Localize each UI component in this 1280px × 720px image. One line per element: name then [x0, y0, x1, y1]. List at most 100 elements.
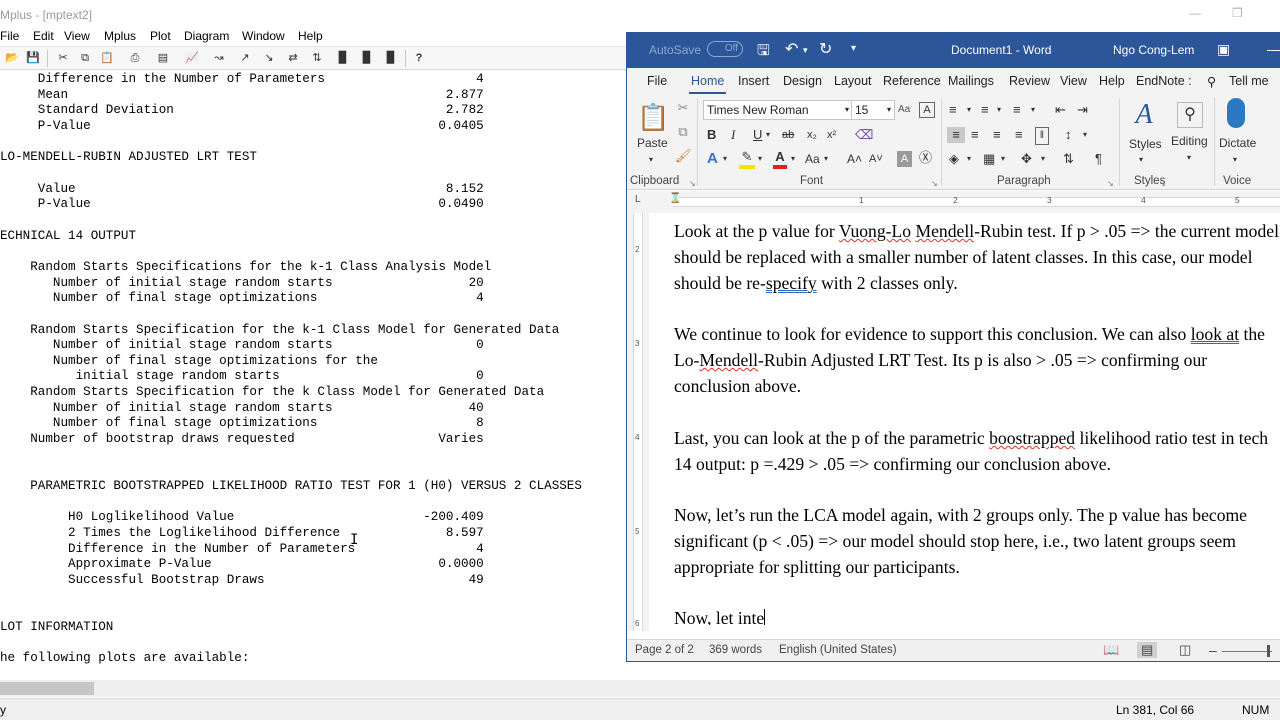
tab-references[interactable]: Reference — [883, 74, 941, 88]
horizontal-scrollbar[interactable] — [0, 680, 1280, 697]
copy-icon[interactable]: ⧉ — [76, 50, 94, 67]
chevron-down-icon[interactable]: ▾ — [1001, 151, 1005, 167]
customize-toolbar-icon[interactable]: ▾ — [851, 43, 856, 54]
paragraph-1[interactable]: Look at the p value for Vuong-Lo Mendell… — [674, 218, 1280, 296]
menu-mplus[interactable]: Mplus — [104, 29, 136, 43]
styles-button[interactable]: Styles — [1129, 137, 1162, 151]
menu-window[interactable]: Window — [242, 29, 285, 43]
print-layout-icon[interactable]: ▤ — [1137, 642, 1158, 658]
bar-chart-1-icon[interactable]: ▉ — [334, 50, 352, 67]
restore-icon[interactable]: ❐ — [1232, 6, 1243, 20]
mplus-output-text[interactable]: Difference in the Number of Parameters 4… — [0, 72, 626, 680]
run-icon[interactable]: ▤ — [154, 50, 172, 67]
paste-icon[interactable]: 📋 — [637, 102, 669, 132]
save-icon[interactable]: 🖫 — [757, 40, 770, 65]
styles-launcher-icon[interactable]: ↘ — [1159, 176, 1166, 192]
redo-icon[interactable]: ↻ — [819, 39, 832, 59]
tab-layout[interactable]: Layout — [834, 74, 872, 88]
zoom-out-icon[interactable]: – — [1209, 642, 1217, 658]
tab-home[interactable]: Home — [691, 74, 724, 88]
language-indicator[interactable]: English (United States) — [779, 644, 897, 656]
paragraph-4[interactable]: Now, let’s run the LCA model again, with… — [674, 502, 1280, 580]
copy-icon[interactable]: ⧉ — [675, 124, 691, 140]
underline-icon[interactable]: U — [753, 127, 762, 143]
chevron-down-icon[interactable]: ▾ — [791, 151, 795, 167]
horizontal-ruler[interactable]: L ⌛ 1 2 3 4 5 — [627, 191, 1280, 213]
chevron-down-icon[interactable]: ▾ — [1187, 150, 1191, 166]
chevron-down-icon[interactable]: ▾ — [997, 102, 1001, 118]
grammar-error[interactable]: specify — [766, 273, 817, 293]
diagram-tool-4-icon[interactable]: ⇄ — [284, 50, 302, 67]
ribbon-display-icon[interactable]: ▣ — [1217, 41, 1230, 58]
paste-button[interactable]: Paste — [637, 136, 668, 150]
change-case-icon[interactable]: Aa — [898, 102, 910, 118]
read-mode-icon[interactable]: 📖 — [1103, 642, 1119, 658]
plot-icon[interactable]: 📈 — [183, 50, 201, 67]
grammar-error[interactable]: look at — [1191, 324, 1239, 344]
chevron-down-icon[interactable]: ▾ — [1041, 151, 1045, 167]
paragraph-launcher-icon[interactable]: ↘ — [1107, 176, 1114, 192]
page-count[interactable]: Page 2 of 2 — [635, 644, 694, 656]
line-spacing-icon[interactable]: ↕ — [1065, 127, 1072, 143]
microphone-icon[interactable] — [1227, 98, 1245, 128]
font-name-combo[interactable]: Times New Roman ▾ — [703, 100, 853, 120]
decrease-indent-icon[interactable]: ⇤ — [1055, 102, 1066, 118]
chevron-down-icon[interactable]: ▾ — [824, 151, 828, 167]
zoom-slider[interactable] — [1222, 651, 1272, 652]
tab-selector[interactable]: L — [635, 194, 641, 205]
shrink-font-icon[interactable]: A˅ — [869, 151, 883, 167]
tab-view[interactable]: View — [1060, 74, 1087, 88]
bold-icon[interactable]: B — [707, 127, 716, 143]
bar-chart-2-icon[interactable]: ▉ — [358, 50, 376, 67]
chevron-down-icon[interactable]: ▾ — [1083, 127, 1087, 143]
tab-review[interactable]: Review — [1009, 74, 1050, 88]
word-count[interactable]: 369 words — [709, 644, 762, 656]
search-icon[interactable]: ⚲ — [1207, 74, 1216, 89]
menu-help[interactable]: Help — [298, 29, 323, 43]
chevron-down-icon[interactable]: ▾ — [967, 151, 971, 167]
chevron-down-icon[interactable]: ▾ — [967, 102, 971, 118]
undo-dropdown-icon[interactable]: ▾ — [803, 45, 808, 56]
scrollbar-thumb[interactable] — [0, 682, 94, 695]
paragraph-3[interactable]: Last, you can look at the p of the param… — [674, 425, 1280, 477]
document-body[interactable]: Look at the p value for Vuong-Lo Mendell… — [649, 213, 1280, 625]
tab-mailings[interactable]: Mailings — [948, 74, 994, 88]
zoom-slider-knob[interactable] — [1267, 645, 1270, 657]
clipboard-launcher-icon[interactable]: ↘ — [689, 176, 696, 192]
spelling-error[interactable]: Mendell — [915, 221, 974, 241]
bullets-icon[interactable]: ≡ — [949, 102, 957, 118]
superscript-icon[interactable]: x² — [827, 127, 836, 143]
align-left-icon[interactable]: ≡ — [947, 127, 965, 143]
menu-edit[interactable]: Edit — [33, 29, 54, 43]
align-center-icon[interactable]: ≡ — [971, 127, 979, 143]
numbering-icon[interactable]: ≡ — [981, 102, 989, 118]
underline-dropdown-icon[interactable]: ▾ — [766, 127, 770, 143]
sort-icon[interactable]: ⇅ — [1063, 151, 1074, 167]
help-question-icon[interactable]: ? — [410, 50, 428, 67]
diagram-tool-5-icon[interactable]: ⇅ — [308, 50, 326, 67]
text-effects-eraser-icon[interactable]: ⌫ — [855, 127, 873, 143]
spelling-error[interactable]: boostrapped — [989, 428, 1075, 448]
format-painter-icon[interactable]: 🖌 — [675, 148, 692, 164]
paragraph-2[interactable]: We continue to look for evidence to supp… — [674, 321, 1280, 399]
multilevel-list-icon[interactable]: ≡ — [1013, 102, 1021, 118]
chevron-down-icon[interactable]: ▾ — [1031, 102, 1035, 118]
indent-marker-icon[interactable]: ⌛ — [669, 193, 681, 204]
tell-me-search[interactable]: Tell me — [1229, 74, 1269, 88]
cut-icon[interactable]: ✂ — [54, 50, 72, 67]
font-launcher-icon[interactable]: ↘ — [931, 176, 938, 192]
clear-formatting-icon[interactable]: A — [919, 102, 935, 118]
chevron-down-icon[interactable]: ▾ — [723, 151, 727, 167]
tab-design[interactable]: Design — [783, 74, 822, 88]
italic-icon[interactable]: I — [731, 127, 735, 143]
spelling-error[interactable]: Mendell — [699, 350, 758, 370]
user-name[interactable]: Ngo Cong-Lem — [1113, 43, 1194, 57]
undo-icon[interactable]: ↶ — [785, 39, 798, 59]
highlight-icon[interactable]: ✎ — [739, 149, 755, 169]
asian-layout-icon[interactable]: ✥ — [1021, 151, 1032, 167]
change-case-icon[interactable]: Aa — [805, 151, 820, 167]
diagram-tool-2-icon[interactable]: ↗ — [236, 50, 254, 67]
minimize-icon[interactable]: — — [1267, 41, 1280, 57]
strikethrough-icon[interactable]: ab — [782, 127, 794, 143]
menu-plot[interactable]: Plot — [150, 29, 171, 43]
